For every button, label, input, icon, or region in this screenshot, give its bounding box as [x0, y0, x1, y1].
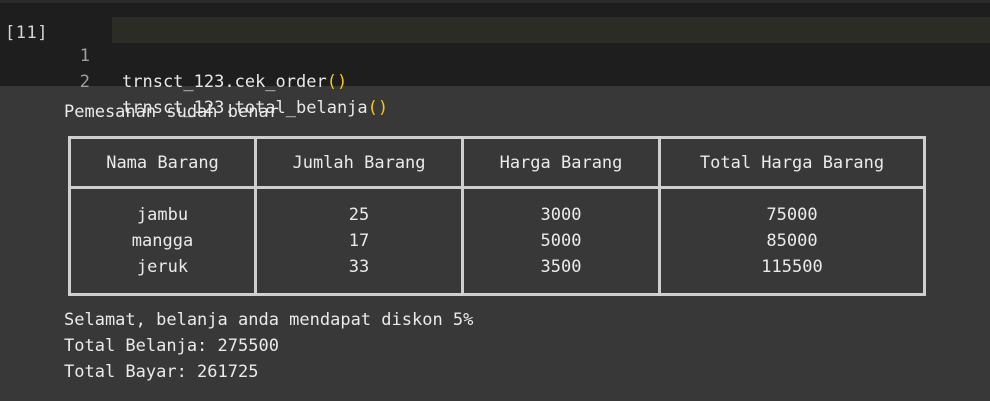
table-cell: mangga [131, 231, 194, 251]
table-border-top [68, 136, 926, 139]
table-border-right [923, 136, 926, 296]
table-cell: 17 [348, 231, 370, 251]
table-cell: 33 [348, 257, 370, 277]
total-bayar-text: Total Bayar: 261725 [64, 362, 259, 382]
discount-message: Selamat, belanja anda mendapat diskon 5% [64, 310, 474, 330]
table-cell: 3500 [540, 257, 582, 277]
column-header: Harga Barang [499, 153, 623, 173]
table-border-header [68, 186, 926, 189]
table-cell: jambu [136, 205, 189, 225]
table-cell: 85000 [766, 231, 818, 251]
total-belanja-text: Total Belanja: 275500 [64, 336, 279, 356]
column-header: Nama Barang [106, 153, 219, 173]
table-cell: jeruk [136, 257, 189, 277]
order-table: Nama Barang Jumlah Barang Harga Barang T… [68, 136, 926, 296]
code-line-2[interactable]: 2 trnsct_123.total_belanja() [0, 43, 990, 118]
table-cell: 115500 [761, 257, 823, 277]
code-cell[interactable]: [11] 1 trnsct_123.cek_order() 2 trnsct_1… [0, 3, 990, 118]
table-cell: 5000 [540, 231, 582, 251]
cell-output: Pemesanan sudah benar Nama Barang Jumlah… [0, 86, 990, 401]
column-header: Total Harga Barang [699, 153, 885, 173]
code-line-1[interactable]: 1 trnsct_123.cek_order() [0, 17, 990, 92]
status-message: Pemesanan sudah benar [64, 102, 279, 122]
table-cell: 75000 [766, 205, 818, 225]
table-border-bottom [68, 293, 926, 296]
table-cell: 25 [348, 205, 370, 225]
table-cell: 3000 [540, 205, 582, 225]
column-header: Jumlah Barang [292, 153, 426, 173]
